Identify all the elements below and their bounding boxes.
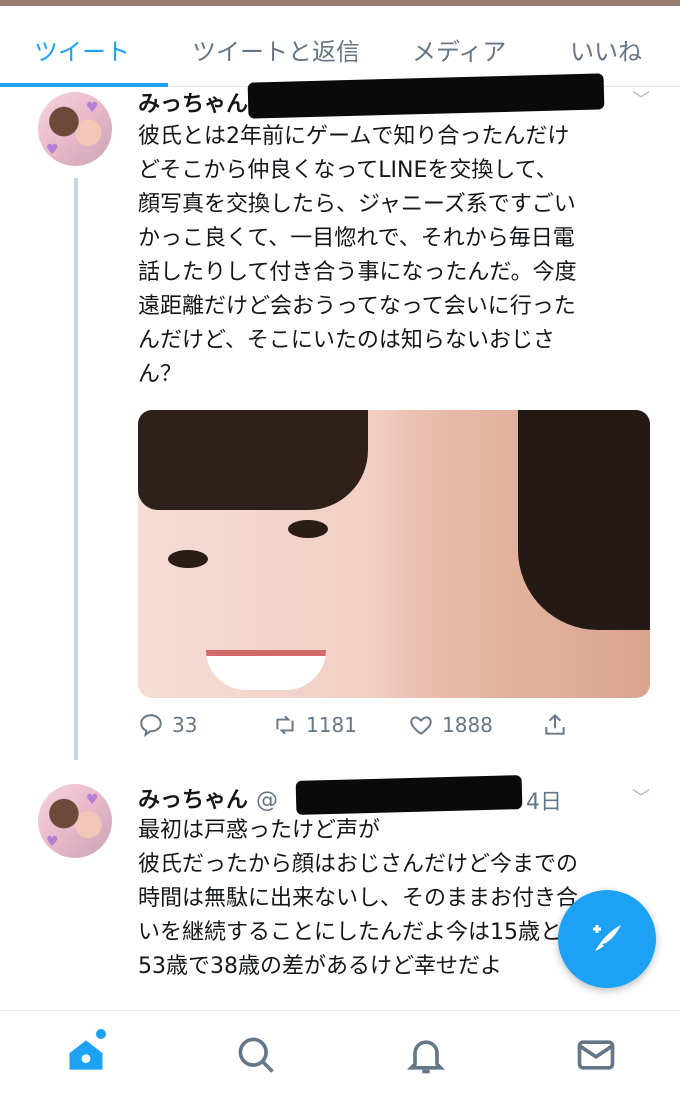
heart-sticker-icon: ♥ <box>86 792 99 808</box>
reply-count: 33 <box>172 713 198 737</box>
mail-icon[interactable] <box>574 1033 618 1077</box>
share-button[interactable] <box>542 712 568 738</box>
reply-icon <box>140 714 162 738</box>
author-name: みっちゃん <box>138 788 249 813</box>
search-icon[interactable] <box>234 1033 278 1077</box>
tab-likes[interactable]: いいね <box>570 32 642 67</box>
thread-connector <box>74 178 78 760</box>
avatar[interactable]: ♥ ♥ <box>38 784 112 858</box>
compose-icon <box>593 925 621 951</box>
bottom-navigation <box>0 1010 680 1101</box>
reply-button[interactable]: 33 <box>138 712 197 738</box>
tab-tweets-and-replies[interactable]: ツイートと返信 <box>192 32 360 67</box>
tweet-text: 彼氏とは2年前にゲームで知り合ったんだけ どそこから仲良くなってLINEを交換し… <box>138 124 577 387</box>
tweet-timestamp: 4日 <box>526 790 562 815</box>
chevron-down-icon[interactable]: ﹀ <box>632 784 650 810</box>
like-button[interactable]: 1888 <box>408 712 493 738</box>
redaction-mark <box>295 775 523 815</box>
tab-tweets[interactable]: ツイート <box>34 32 130 67</box>
like-icon <box>410 716 432 735</box>
like-count: 1888 <box>442 713 493 737</box>
author-handle: @ <box>256 788 279 813</box>
avatar[interactable]: ♥ ♥ <box>38 92 112 166</box>
tweet-author-name[interactable]: みっちゃん <box>138 86 248 118</box>
heart-sticker-icon: ♥ <box>46 142 59 158</box>
notification-dot <box>96 1029 106 1039</box>
compose-tweet-button[interactable] <box>558 890 656 988</box>
heart-sticker-icon: ♥ <box>86 100 99 116</box>
retweet-icon <box>276 715 294 735</box>
home-icon[interactable] <box>64 1033 108 1077</box>
tab-media[interactable]: メディア <box>412 32 506 67</box>
tweet-author-name[interactable]: みっちゃん @ <box>138 782 278 814</box>
tweet-actions: 33 1181 1888 <box>138 712 658 744</box>
share-icon <box>545 713 565 735</box>
bell-icon[interactable] <box>404 1033 448 1077</box>
heart-sticker-icon: ♥ <box>46 834 59 850</box>
retweet-count: 1181 <box>306 713 357 737</box>
chevron-down-icon[interactable]: ﹀ <box>632 86 650 112</box>
tweet-photo[interactable] <box>138 410 650 698</box>
retweet-button[interactable]: 1181 <box>272 712 357 738</box>
